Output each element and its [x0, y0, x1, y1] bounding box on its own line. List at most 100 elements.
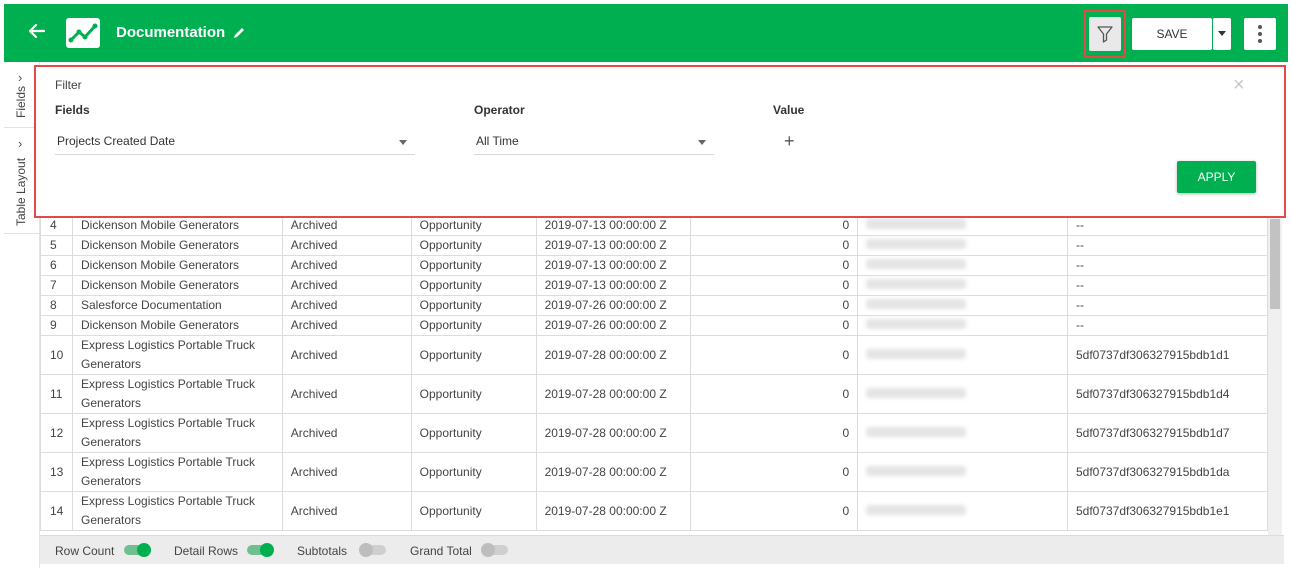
- table-row[interactable]: 10 Express Logistics Portable Truck Gener…: [40, 335, 1268, 375]
- row-number-cell: 14: [40, 491, 73, 531]
- count-cell: 0: [690, 374, 859, 414]
- id-cell: 5df0737df306327915bdb1e1: [1066, 491, 1268, 531]
- row-number-cell: 10: [40, 335, 73, 375]
- table-scrollbar[interactable]: [1268, 215, 1282, 535]
- table-row[interactable]: 14 Express Logistics Portable Truck Gener…: [40, 491, 1268, 531]
- redacted-email-cell: [857, 295, 1068, 316]
- created-date-cell: 2019-07-28 00:00:00 Z: [535, 452, 692, 492]
- filter-funnel-icon[interactable]: [1089, 17, 1121, 51]
- chevron-right-icon: ›: [18, 70, 23, 85]
- redacted-text: [866, 465, 967, 476]
- status-cell: Archived: [281, 374, 412, 414]
- chevron-right-icon: ›: [18, 136, 23, 151]
- subtotals-toggle[interactable]: [359, 543, 386, 557]
- table-row[interactable]: 13 Express Logistics Portable Truck Gener…: [40, 452, 1268, 492]
- pencil-icon[interactable]: [232, 26, 246, 40]
- project-name-cell: Express Logistics Portable Truck Generat…: [71, 491, 283, 531]
- redacted-text: [866, 279, 967, 289]
- scroll-thumb[interactable]: [1270, 219, 1280, 309]
- created-date-cell: 2019-07-28 00:00:00 Z: [535, 491, 692, 531]
- table-row[interactable]: 11 Express Logistics Portable Truck Gener…: [40, 374, 1268, 414]
- kebab-menu-icon[interactable]: [1244, 18, 1276, 50]
- redacted-email-cell: [857, 275, 1068, 296]
- redacted-email-cell: [857, 255, 1068, 276]
- detail-rows-toggle[interactable]: [247, 543, 274, 557]
- row-number-cell: 8: [40, 295, 73, 316]
- type-cell: Opportunity: [410, 235, 537, 256]
- chevron-down-icon: [399, 140, 407, 145]
- close-icon[interactable]: ×: [1233, 75, 1245, 95]
- operator-select[interactable]: All Time: [474, 131, 714, 155]
- row-count-toggle[interactable]: [124, 543, 151, 557]
- project-name-cell: Dickenson Mobile Generators: [71, 215, 283, 236]
- apply-button[interactable]: APPLY: [1177, 161, 1256, 193]
- field-select[interactable]: Projects Created Date: [55, 131, 415, 155]
- page-title: Documentation: [116, 24, 226, 41]
- project-name-cell: Dickenson Mobile Generators: [71, 275, 283, 296]
- table-row[interactable]: 5 Dickenson Mobile Generators Archived Oppo…: [40, 235, 1268, 256]
- grand-total-label: Grand Total: [410, 544, 472, 558]
- table-row[interactable]: 6 Dickenson Mobile Generators Archived Oppo…: [40, 255, 1268, 276]
- count-cell: 0: [690, 452, 859, 492]
- created-date-cell: 2019-07-28 00:00:00 Z: [535, 374, 692, 414]
- chevron-down-icon: [698, 140, 706, 145]
- filter-button[interactable]: [1084, 10, 1126, 58]
- created-date-cell: 2019-07-13 00:00:00 Z: [535, 235, 692, 256]
- redacted-email-cell: [857, 315, 1068, 336]
- table-row[interactable]: 4 Dickenson Mobile Generators Archived Oppo…: [40, 215, 1268, 236]
- row-number-cell: 7: [40, 275, 73, 296]
- count-cell: 0: [690, 335, 859, 375]
- operator-label: Operator: [474, 103, 525, 117]
- status-cell: Archived: [281, 295, 412, 316]
- back-arrow-icon[interactable]: [28, 22, 50, 44]
- redacted-text: [866, 299, 967, 309]
- redacted-text: [866, 387, 967, 398]
- count-cell: 0: [690, 413, 859, 453]
- redacted-text: [866, 239, 967, 249]
- save-button[interactable]: SAVE: [1132, 18, 1212, 50]
- project-name-cell: Express Logistics Portable Truck Generat…: [71, 374, 283, 414]
- type-cell: Opportunity: [410, 295, 537, 316]
- save-dropdown-chevron-down-icon[interactable]: [1213, 18, 1231, 50]
- id-cell: 5df0737df306327915bdb1d7: [1066, 413, 1268, 453]
- grand-total-toggle[interactable]: [481, 543, 508, 557]
- operator-select-value: All Time: [476, 134, 519, 148]
- status-cell: Archived: [281, 335, 412, 375]
- count-cell: 0: [690, 275, 859, 296]
- row-number-cell: 11: [40, 374, 73, 414]
- project-name-cell: Dickenson Mobile Generators: [71, 235, 283, 256]
- status-cell: Archived: [281, 315, 412, 336]
- tab-table-layout-label: Table Layout: [14, 157, 28, 226]
- status-cell: Archived: [281, 452, 412, 492]
- type-cell: Opportunity: [410, 413, 537, 453]
- tab-fields-label: Fields: [14, 85, 28, 118]
- created-date-cell: 2019-07-26 00:00:00 Z: [535, 315, 692, 336]
- type-cell: Opportunity: [410, 452, 537, 492]
- type-cell: Opportunity: [410, 255, 537, 276]
- type-cell: Opportunity: [410, 275, 537, 296]
- created-date-cell: 2019-07-28 00:00:00 Z: [535, 413, 692, 453]
- fields-label: Fields: [55, 103, 90, 117]
- redacted-email-cell: [857, 413, 1068, 453]
- id-cell: 5df0737df306327915bdb1d1: [1066, 335, 1268, 375]
- table-row[interactable]: 7 Dickenson Mobile Generators Archived Oppo…: [40, 275, 1268, 296]
- redacted-email-cell: [857, 491, 1068, 531]
- id-cell: --: [1066, 235, 1268, 256]
- redacted-text: [866, 259, 967, 269]
- redacted-text: [866, 504, 967, 515]
- table-row[interactable]: 12 Express Logistics Portable Truck Gener…: [40, 413, 1268, 453]
- project-name-cell: Dickenson Mobile Generators: [71, 315, 283, 336]
- project-name-cell: Salesforce Documentation: [71, 295, 283, 316]
- row-number-cell: 4: [40, 215, 73, 236]
- id-cell: 5df0737df306327915bdb1d4: [1066, 374, 1268, 414]
- row-number-cell: 5: [40, 235, 73, 256]
- table-row[interactable]: 8 Salesforce Documentation Archived Opportu…: [40, 295, 1268, 316]
- filter-panel: Filter × Fields Operator Value Projects …: [34, 65, 1286, 218]
- type-cell: Opportunity: [410, 335, 537, 375]
- field-select-value: Projects Created Date: [57, 134, 176, 148]
- plus-icon[interactable]: +: [784, 131, 795, 152]
- project-name-cell: Dickenson Mobile Generators: [71, 255, 283, 276]
- redacted-text: [866, 348, 967, 359]
- table-row[interactable]: 9 Dickenson Mobile Generators Archived Oppo…: [40, 315, 1268, 336]
- type-cell: Opportunity: [410, 315, 537, 336]
